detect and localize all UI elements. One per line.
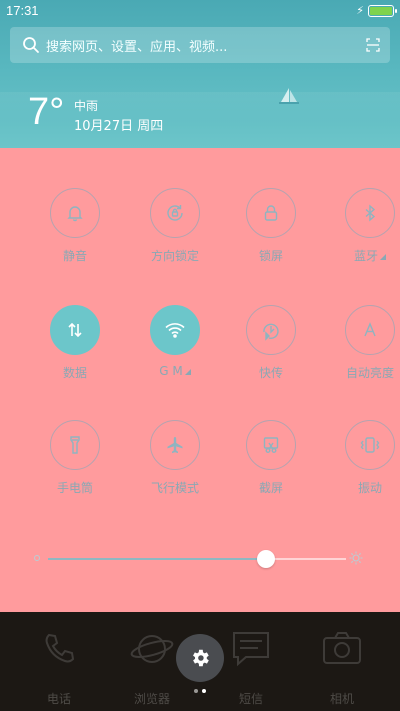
screenshot-icon <box>261 435 281 455</box>
tile-label-text: 方向锁定 <box>150 249 199 263</box>
camera-icon <box>302 628 382 670</box>
tile-label-text: 飞行模式 <box>150 481 199 495</box>
brightness-high-icon <box>349 551 363 565</box>
search-icon <box>16 27 46 63</box>
dock-app-label: 浏览器 <box>133 692 170 706</box>
tile-label: 飞行模式 <box>125 479 225 496</box>
dock-app-label: 电话 <box>46 692 71 706</box>
tile-label: 数据 <box>25 364 125 381</box>
tile-label: 锁屏 <box>221 247 321 264</box>
page-indicator <box>194 689 206 693</box>
page-dot <box>202 689 206 693</box>
gear-icon <box>193 649 209 667</box>
tile-wifi[interactable]: G M <box>125 305 225 378</box>
tile-label-text: 自动亮度 <box>345 366 394 380</box>
tile-toggle[interactable] <box>50 305 100 355</box>
tile-toggle[interactable] <box>150 420 200 470</box>
tile-label-text: 快传 <box>258 366 283 380</box>
tile-flashlight[interactable]: 手电筒 <box>25 420 125 496</box>
tile-label: G M <box>125 364 225 378</box>
battery-icon <box>368 5 397 17</box>
brightness-slider[interactable] <box>48 550 346 568</box>
dock-app-label: 相机 <box>329 692 354 706</box>
tile-label: 方向锁定 <box>125 247 225 264</box>
dock-app-label: 短信 <box>238 692 263 706</box>
weather-condition: 中雨 <box>74 99 99 113</box>
search-bar[interactable]: 搜索网页、设置、应用、视频... <box>10 27 390 63</box>
tile-label-text: 截屏 <box>258 481 283 495</box>
vibrate-icon <box>359 435 381 455</box>
tile-toggle[interactable] <box>345 420 395 470</box>
tile-bell[interactable]: 静音 <box>25 188 125 264</box>
tile-airplane[interactable]: 飞行模式 <box>125 420 225 496</box>
expand-arrow-icon <box>380 254 386 260</box>
dock-app-message[interactable]: 短信 <box>211 628 291 707</box>
brightness-thumb[interactable] <box>256 550 275 568</box>
tile-toggle[interactable] <box>246 305 296 355</box>
dock-app-camera[interactable]: 相机 <box>302 628 382 707</box>
tile-mobile-data[interactable]: 数据 <box>25 305 125 381</box>
page-dot <box>194 689 198 693</box>
tile-label-text: 振动 <box>357 481 382 495</box>
tile-label: 蓝牙 <box>320 247 400 264</box>
search-input[interactable]: 搜索网页、设置、应用、视频... <box>46 36 356 55</box>
airplane-icon <box>165 435 185 455</box>
tile-screenshot[interactable]: 截屏 <box>221 420 321 496</box>
status-bar: 17:31 ⚡ <box>0 0 400 22</box>
tile-vibrate[interactable]: 振动 <box>320 420 400 496</box>
flashlight-icon <box>65 434 85 456</box>
quick-settings-panel: 静音 方向锁定 锁屏 蓝牙数据 G M 快传 自动亮度手电筒 飞行模式 截屏 振动 <box>0 148 400 612</box>
tile-bluetooth[interactable]: 蓝牙 <box>320 188 400 264</box>
weather-date: 10月27日 周四 <box>74 119 164 134</box>
tile-label-text: 手电筒 <box>56 481 93 495</box>
tile-toggle[interactable] <box>345 188 395 238</box>
settings-button[interactable] <box>176 634 224 682</box>
auto-brightness-icon <box>360 320 380 340</box>
dock-app-phone[interactable]: 电话 <box>19 628 99 707</box>
sailboat-icon <box>279 88 299 104</box>
tile-label: 振动 <box>320 479 400 496</box>
weather-temperature: 7° <box>28 91 65 133</box>
brightness-low-icon <box>34 555 40 561</box>
tile-toggle[interactable] <box>246 420 296 470</box>
tile-toggle[interactable] <box>50 188 100 238</box>
tile-toggle[interactable] <box>50 420 100 470</box>
tile-label: 截屏 <box>221 479 321 496</box>
tile-toggle[interactable] <box>345 305 395 355</box>
tile-quick-transfer[interactable]: 快传 <box>221 305 321 381</box>
brightness-fill <box>48 558 266 560</box>
quick-transfer-icon <box>260 319 282 341</box>
charging-icon: ⚡ <box>356 4 364 17</box>
tile-label-text: 静音 <box>62 249 87 263</box>
tile-label-text: 蓝牙 <box>353 249 378 263</box>
tile-label: 快传 <box>221 364 321 381</box>
tile-toggle[interactable] <box>246 188 296 238</box>
mobile-data-icon <box>66 321 84 339</box>
lock-icon <box>261 203 281 223</box>
tile-toggle[interactable] <box>150 305 200 355</box>
tile-label: 手电筒 <box>25 479 125 496</box>
status-time: 17:31 <box>6 3 39 18</box>
bluetooth-icon <box>360 203 380 223</box>
bell-icon <box>65 203 85 223</box>
tile-label-text: 数据 <box>62 366 87 380</box>
app-dock: 电话 浏览器 短信 相机 <box>0 612 400 711</box>
expand-arrow-icon <box>184 369 191 375</box>
tile-rotation-lock[interactable]: 方向锁定 <box>125 188 225 264</box>
tile-label: 自动亮度 <box>320 364 400 381</box>
tile-label-text: G M <box>159 364 183 378</box>
tile-auto-brightness[interactable]: 自动亮度 <box>320 305 400 381</box>
status-indicators: ⚡ <box>356 4 397 18</box>
rotation-lock-icon <box>164 202 186 224</box>
tile-lock[interactable]: 锁屏 <box>221 188 321 264</box>
scan-icon[interactable] <box>356 27 390 63</box>
phone-icon <box>19 628 99 670</box>
tile-label: 静音 <box>25 247 125 264</box>
tile-label-text: 锁屏 <box>258 249 283 263</box>
tile-toggle[interactable] <box>150 188 200 238</box>
wifi-icon <box>164 321 186 339</box>
